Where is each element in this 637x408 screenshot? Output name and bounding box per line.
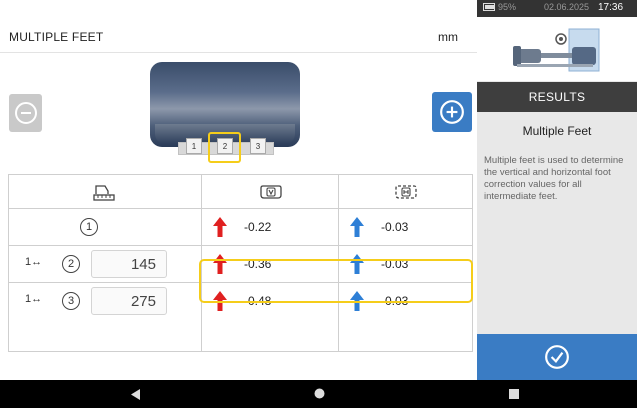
- foot-cell: 1↔ 2 145: [9, 246, 201, 283]
- check-circle-icon: [545, 345, 569, 369]
- col-vertical-header: [201, 175, 338, 208]
- right-panel: 95% 02.06.2025 17:36 RESULTS Multiple Fe…: [477, 0, 637, 380]
- plus-circle-icon: [440, 100, 464, 124]
- horizontal-view-icon: [395, 185, 417, 199]
- vertical-cell: -0.22: [201, 209, 338, 246]
- recents-icon[interactable]: [509, 389, 519, 399]
- unit-label: mm: [438, 30, 458, 44]
- status-date: 02.06.2025: [544, 2, 590, 12]
- arrow-up-blue-icon: [350, 217, 364, 237]
- distance-ruler-icon: [93, 185, 115, 201]
- home-icon[interactable]: [314, 388, 325, 399]
- horizontal-value: -0.03: [381, 220, 409, 234]
- table-header: [9, 175, 472, 208]
- add-foot-button[interactable]: [432, 92, 472, 132]
- foot-cell: 1↔ 3 275: [9, 283, 201, 352]
- battery-level: 95%: [498, 2, 517, 12]
- panel-title: Multiple Feet: [522, 124, 592, 138]
- results-header: RESULTS: [477, 82, 637, 112]
- battery-icon: [483, 3, 495, 11]
- arrow-up-red-icon: [213, 217, 227, 237]
- vertical-view-icon: [260, 185, 282, 199]
- col-distance-header: [9, 175, 201, 208]
- selected-row-highlight: [199, 259, 473, 303]
- foot-1[interactable]: 1: [186, 138, 202, 154]
- main-panel: MULTIPLE FEET mm 1 2 3 1 -0.22 -0.03 1↔ …: [0, 0, 477, 380]
- selected-foot-highlight: [208, 132, 241, 163]
- remove-foot-button[interactable]: [9, 94, 42, 132]
- table-row-foot-1: 1 -0.22 -0.03: [9, 208, 472, 246]
- foot-number-badge: 2: [62, 255, 80, 273]
- vertical-value: -0.22: [244, 220, 272, 234]
- foot-3[interactable]: 3: [250, 138, 266, 154]
- distance-input[interactable]: 275: [91, 287, 167, 315]
- foot-number-badge: 3: [62, 292, 80, 310]
- panel-description: Multiple feet is used to determine the v…: [484, 155, 624, 202]
- page-title: MULTIPLE FEET: [9, 30, 104, 44]
- back-icon[interactable]: [131, 389, 141, 400]
- machine-train-icon: [513, 28, 600, 72]
- foot-cell: 1: [9, 209, 201, 246]
- top-bar: MULTIPLE FEET mm: [0, 18, 477, 52]
- col-horizontal-header: [338, 175, 472, 208]
- foot-3-label: 3: [255, 141, 261, 151]
- app-root: MULTIPLE FEET mm 1 2 3 1 -0.22 -0.03 1↔ …: [0, 0, 637, 408]
- confirm-button[interactable]: [477, 334, 637, 380]
- foot-number-badge: 1: [80, 218, 98, 236]
- minus-circle-icon: [14, 102, 37, 124]
- system-nav-bar: [0, 380, 637, 408]
- divider: [0, 52, 477, 53]
- distance-prefix: 1↔: [25, 293, 43, 305]
- machine-thumbnail[interactable]: [477, 17, 637, 81]
- horizontal-cell: -0.03: [338, 209, 472, 246]
- distance-prefix: 1↔: [25, 256, 43, 268]
- foot-1-label: 1: [191, 141, 197, 151]
- status-time: 17:36: [598, 2, 624, 13]
- distance-input[interactable]: 145: [91, 250, 167, 278]
- status-bar: 95% 02.06.2025 17:36: [477, 0, 637, 17]
